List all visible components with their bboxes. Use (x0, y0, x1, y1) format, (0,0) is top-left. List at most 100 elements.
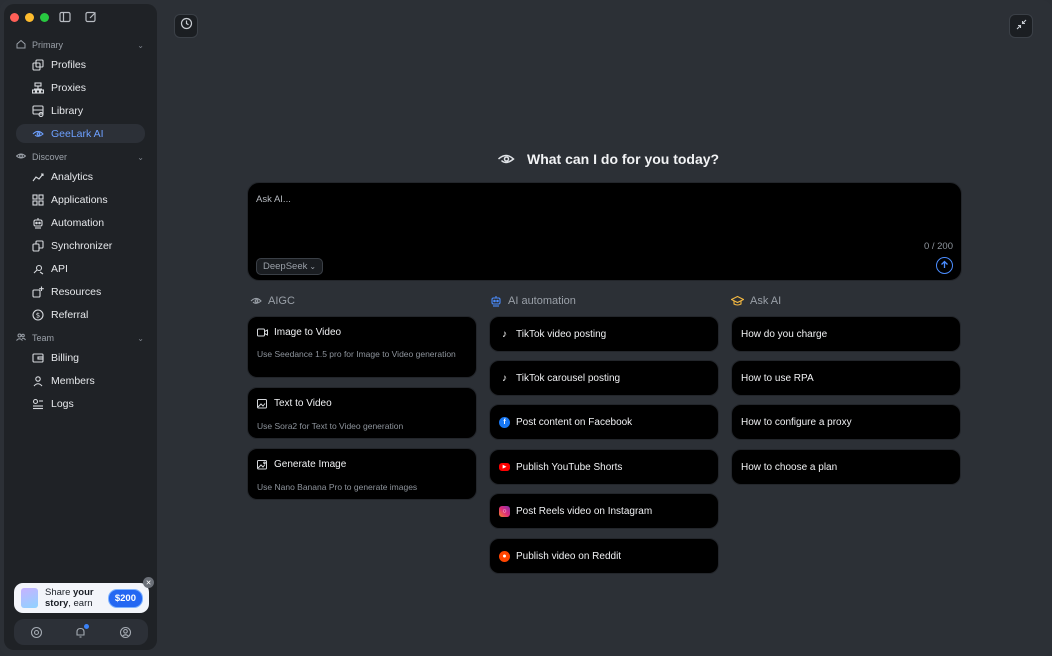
image-icon (257, 459, 268, 470)
ask-ai-placeholder: Ask AI... (256, 194, 291, 205)
sidebar-toggle-icon[interactable] (58, 10, 72, 24)
arrow-up-icon (940, 260, 949, 272)
card-title: Text to Video (274, 398, 332, 409)
api-icon (31, 262, 45, 276)
model-select[interactable]: DeepSeek ⌄ (256, 258, 324, 275)
sidebar-item-resources[interactable]: Resources (16, 282, 145, 301)
promo-text-part: , earn (68, 598, 93, 609)
ai-automation-title-text: AI automation (508, 294, 576, 307)
sidebar-item-label: Members (51, 374, 95, 387)
pill-label: Post content on Facebook (516, 416, 633, 428)
applications-icon (31, 193, 45, 207)
aigc-card-text-to-video[interactable]: Text to Video Use Sora2 for Text to Vide… (247, 387, 477, 439)
sidebar-item-label: Resources (51, 285, 102, 298)
referral-promo-banner[interactable]: Share your story, earn $200 ✕ (14, 577, 154, 613)
char-counter: 0 / 200 (923, 241, 953, 252)
automation-reddit[interactable]: ● Publish video on Reddit (489, 538, 719, 574)
graduation-cap-icon (731, 294, 744, 307)
sidebar: Primary ⌄ Profiles Proxies Library GeeLa… (4, 4, 157, 650)
facebook-icon: f (499, 416, 510, 428)
aigc-section-title: AIGC (249, 294, 295, 307)
history-button[interactable] (174, 14, 198, 38)
sidebar-item-label: Profiles (51, 58, 87, 71)
team-icon (16, 332, 26, 344)
pill-label: How do you charge (741, 328, 828, 340)
notification-dot (83, 624, 89, 629)
sidebar-item-label: API (51, 262, 68, 275)
ask-ai-input[interactable]: Ask AI... 0 / 200 DeepSeek ⌄ (247, 182, 962, 281)
sidebar-item-profiles[interactable]: Profiles (16, 55, 145, 74)
automation-youtube-shorts[interactable]: ▶ Publish YouTube Shorts (489, 449, 719, 485)
automation-tiktok-carousel[interactable]: ♪ TikTok carousel posting (489, 360, 719, 396)
image-edit-icon (257, 398, 268, 409)
video-icon (257, 327, 268, 338)
instagram-icon: ○ (499, 505, 510, 517)
sidebar-item-label: Synchronizer (51, 239, 113, 252)
library-icon (31, 104, 45, 118)
logs-icon (31, 397, 45, 411)
ask-ai-configure-proxy[interactable]: How to configure a proxy (731, 404, 961, 440)
close-icon[interactable]: ✕ (143, 577, 154, 588)
bell-icon[interactable] (74, 624, 89, 639)
automation-facebook[interactable]: f Post content on Facebook (489, 404, 719, 440)
section-primary[interactable]: Primary ⌄ (16, 39, 144, 51)
synchronizer-icon (31, 239, 45, 253)
sidebar-item-label: Analytics (51, 170, 94, 183)
account-icon[interactable] (119, 625, 133, 639)
pill-label: How to use RPA (741, 372, 814, 384)
ask-ai-choose-plan[interactable]: How to choose a plan (731, 449, 961, 485)
aigc-card-generate-image[interactable]: Generate Image Use Nano Banana Pro to ge… (247, 448, 477, 500)
send-button[interactable] (936, 257, 953, 274)
automation-tiktok-video[interactable]: ♪ TikTok video posting (489, 316, 719, 352)
promo-illustration (21, 588, 38, 608)
sidebar-item-logs[interactable]: Logs (16, 394, 145, 413)
sidebar-item-label: Logs (51, 397, 74, 410)
support-icon[interactable] (29, 625, 43, 639)
eye-icon (249, 294, 262, 307)
maximize-window-button[interactable] (40, 13, 49, 22)
chevron-down-icon: ⌄ (137, 152, 144, 162)
sidebar-item-billing[interactable]: Billing (16, 348, 145, 367)
model-select-label: DeepSeek (263, 261, 308, 272)
pill-label: TikTok carousel posting (516, 372, 621, 384)
ask-ai-title-text: Ask AI (750, 294, 782, 307)
sidebar-item-analytics[interactable]: Analytics (16, 167, 145, 186)
app-window: Primary ⌄ Profiles Proxies Library GeeLa… (0, 0, 1052, 656)
collapse-button[interactable] (1009, 14, 1033, 38)
profiles-icon (31, 58, 45, 72)
sidebar-item-label: Proxies (51, 81, 87, 94)
chevron-down-icon: ⌄ (137, 333, 144, 343)
sidebar-item-proxies[interactable]: Proxies (16, 78, 145, 97)
sidebar-item-referral[interactable]: $ Referral (16, 305, 145, 324)
automation-instagram-reels[interactable]: ○ Post Reels video on Instagram (489, 493, 719, 529)
sidebar-item-synchronizer[interactable]: Synchronizer (16, 236, 145, 255)
section-team[interactable]: Team ⌄ (16, 332, 144, 344)
aigc-title-text: AIGC (268, 294, 295, 307)
sidebar-item-label: Billing (51, 351, 80, 364)
ask-ai-how-to-use-rpa[interactable]: How to use RPA (731, 360, 961, 396)
chevron-down-icon: ⌄ (309, 262, 317, 271)
sidebar-item-geelark-ai[interactable]: GeeLark AI (16, 124, 145, 143)
sidebar-item-applications[interactable]: Applications (16, 190, 145, 209)
sidebar-item-automation[interactable]: Automation (16, 213, 145, 232)
sidebar-item-library[interactable]: Library (16, 101, 145, 120)
sidebar-item-api[interactable]: API (16, 259, 145, 278)
pill-label: How to choose a plan (741, 461, 838, 473)
eye-icon (497, 150, 515, 168)
minimize-window-button[interactable] (25, 13, 34, 22)
sidebar-bottom-bar (14, 619, 148, 645)
window-controls (10, 13, 49, 22)
close-window-button[interactable] (10, 13, 19, 22)
members-icon (31, 374, 45, 388)
ask-ai-how-do-you-charge[interactable]: How do you charge (731, 316, 961, 352)
discover-icon (15, 151, 27, 163)
sidebar-item-members[interactable]: Members (16, 371, 145, 390)
pill-label: How to configure a proxy (741, 416, 852, 428)
section-discover[interactable]: Discover ⌄ (15, 151, 144, 163)
aigc-card-image-to-video[interactable]: Image to Video Use Seedance 1.5 pro for … (247, 316, 477, 378)
dollar-icon: $ (31, 308, 45, 322)
svg-text:$: $ (36, 311, 40, 319)
pill-label: Publish YouTube Shorts (516, 461, 623, 473)
proxies-icon (31, 81, 45, 95)
compose-icon[interactable] (84, 10, 98, 24)
